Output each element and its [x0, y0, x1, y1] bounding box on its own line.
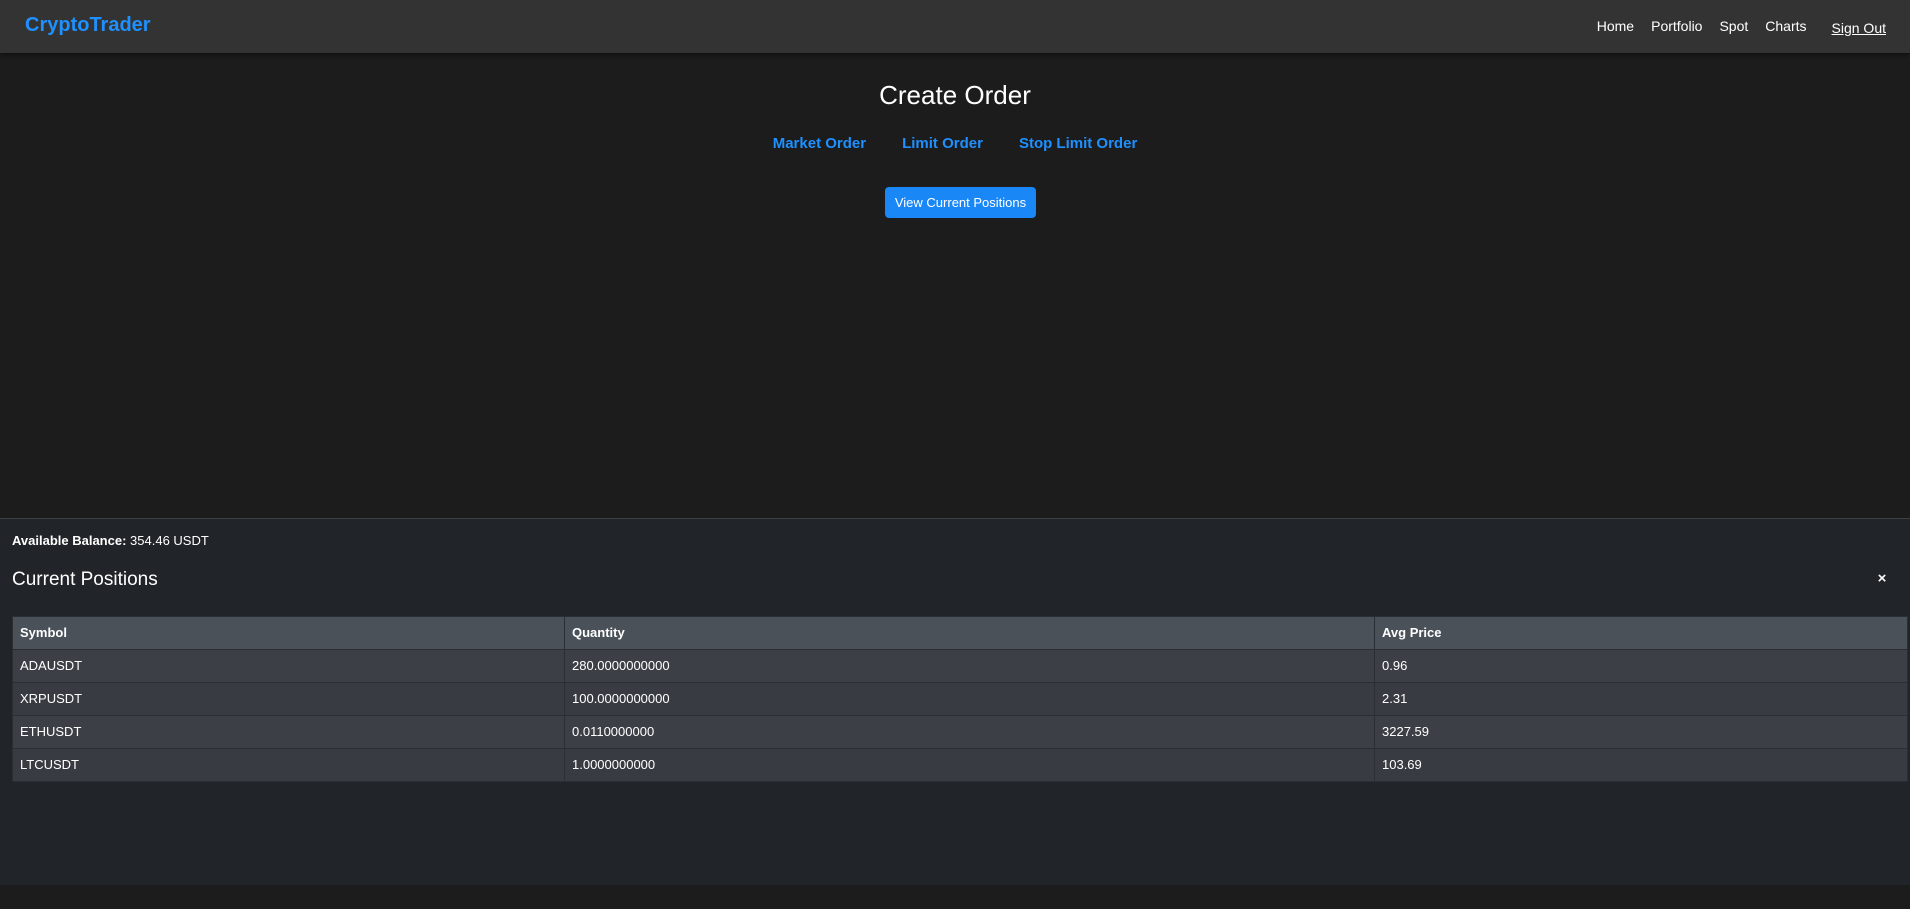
available-balance: Available Balance: 354.46 USDT	[12, 533, 209, 549]
market-order-link[interactable]: Market Order	[773, 135, 866, 153]
table-row: XRPUSDT 100.0000000000 2.31	[12, 682, 1908, 716]
cell-avg-price: 3227.59	[1374, 715, 1908, 749]
cell-symbol: LTCUSDT	[12, 748, 565, 782]
balance-value: 354.46 USDT	[130, 533, 209, 548]
column-header-symbol: Symbol	[12, 616, 565, 650]
cell-symbol: ETHUSDT	[12, 715, 565, 749]
cell-quantity: 1.0000000000	[564, 748, 1375, 782]
positions-table: Symbol Quantity Avg Price ADAUSDT 280.00…	[12, 616, 1908, 782]
panel-title: Current Positions	[12, 569, 158, 590]
stop-limit-order-link[interactable]: Stop Limit Order	[1019, 135, 1137, 153]
table-row: LTCUSDT 1.0000000000 103.69	[12, 748, 1908, 782]
cell-quantity: 280.0000000000	[564, 649, 1375, 683]
cell-avg-price: 0.96	[1374, 649, 1908, 683]
column-header-avg-price: Avg Price	[1374, 616, 1908, 650]
nav-links: Home Portfolio Spot Charts Sign Out	[1597, 16, 1910, 36]
brand-logo[interactable]: CryptoTrader	[25, 14, 151, 36]
create-order-section: Create Order Market Order Limit Order St…	[0, 53, 1910, 518]
footer-strip	[0, 885, 1910, 909]
nav-link-spot[interactable]: Spot	[1719, 17, 1748, 35]
limit-order-link[interactable]: Limit Order	[902, 135, 983, 153]
view-current-positions-button[interactable]: View Current Positions	[885, 187, 1036, 218]
nav-link-home[interactable]: Home	[1597, 17, 1634, 35]
table-row: ETHUSDT 0.0110000000 3227.59	[12, 715, 1908, 749]
balance-label: Available Balance:	[12, 533, 127, 548]
close-icon[interactable]: ×	[1874, 571, 1890, 587]
sign-out-link[interactable]: Sign Out	[1832, 19, 1886, 37]
cell-avg-price: 2.31	[1374, 682, 1908, 716]
order-type-links: Market Order Limit Order Stop Limit Orde…	[0, 135, 1910, 153]
cell-quantity: 0.0110000000	[564, 715, 1375, 749]
nav-link-portfolio[interactable]: Portfolio	[1651, 17, 1702, 35]
top-navbar: CryptoTrader Home Portfolio Spot Charts …	[0, 0, 1910, 53]
page-title: Create Order	[879, 80, 1031, 110]
cell-avg-price: 103.69	[1374, 748, 1908, 782]
table-row: ADAUSDT 280.0000000000 0.96	[12, 649, 1908, 683]
cell-symbol: ADAUSDT	[12, 649, 565, 683]
cell-symbol: XRPUSDT	[12, 682, 565, 716]
column-header-quantity: Quantity	[564, 616, 1375, 650]
nav-link-charts[interactable]: Charts	[1765, 17, 1806, 35]
current-positions-panel: Available Balance: 354.46 USDT Current P…	[0, 518, 1910, 885]
cell-quantity: 100.0000000000	[564, 682, 1375, 716]
table-header-row: Symbol Quantity Avg Price	[12, 616, 1908, 650]
